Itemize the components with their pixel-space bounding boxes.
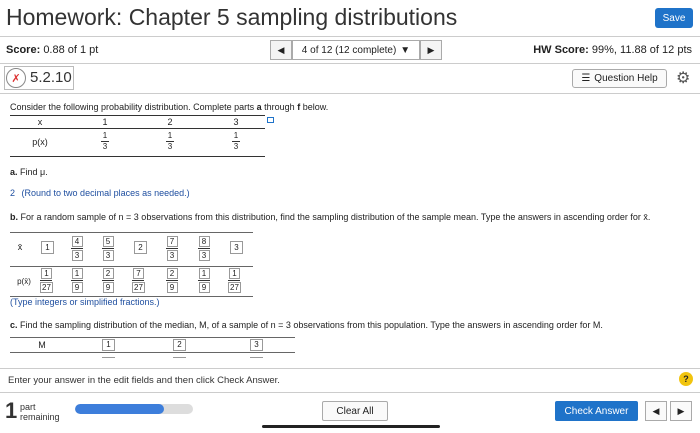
copy-table-icon[interactable] bbox=[267, 117, 274, 123]
m-prob-input[interactable] bbox=[250, 357, 263, 361]
partial-credit-icon: ✗ bbox=[6, 68, 26, 88]
part-a-text: Find μ. bbox=[17, 167, 48, 177]
m-input[interactable]: 1 bbox=[102, 339, 115, 351]
parts-remaining-label: part remaining bbox=[20, 402, 60, 422]
question-help-button[interactable]: ☰ Question Help bbox=[572, 69, 667, 88]
pxbar-label: p(x̄) bbox=[17, 277, 31, 286]
divider bbox=[0, 93, 700, 94]
question-selector[interactable]: 4 of 12 (12 complete) ▼ bbox=[292, 40, 420, 60]
remaining-label: remaining bbox=[20, 412, 60, 422]
m-input[interactable]: 3 bbox=[250, 339, 263, 351]
dist-x-value: 3 bbox=[233, 117, 239, 127]
xbar-input[interactable]: 53 bbox=[102, 236, 114, 261]
score-label: Score: bbox=[6, 44, 41, 56]
triangle-right-icon: ▶ bbox=[427, 44, 435, 55]
pxbar-input[interactable]: 1 27 bbox=[228, 268, 241, 293]
part-b-question: b. For a random sample of n = 3 observat… bbox=[10, 212, 650, 222]
divider bbox=[0, 36, 700, 37]
m-prob-input[interactable] bbox=[173, 357, 186, 361]
intro-text: Consider the following probability distr… bbox=[10, 102, 257, 112]
next-button[interactable]: ▶ bbox=[670, 401, 692, 421]
score-value: 0.88 of 1 pt bbox=[43, 44, 99, 56]
question-intro: Consider the following probability distr… bbox=[10, 102, 328, 112]
m-input[interactable]: 2 bbox=[173, 339, 186, 351]
part-label: part bbox=[20, 402, 36, 412]
part-c-question: c. Find the sampling distribution of the… bbox=[10, 320, 603, 330]
check-answer-button[interactable]: Check Answer bbox=[555, 401, 638, 421]
triangle-left-icon: ◀ bbox=[277, 44, 285, 55]
part-c-label: c. bbox=[10, 320, 18, 330]
prev-question-button[interactable]: ◀ bbox=[270, 40, 292, 60]
gear-icon[interactable]: ⚙ bbox=[676, 68, 690, 88]
progress-fill bbox=[75, 404, 164, 414]
chevron-down-icon: ▼ bbox=[400, 44, 411, 56]
pxbar-input[interactable]: 19 bbox=[71, 268, 83, 293]
part-a-label: a. bbox=[10, 167, 18, 177]
part-b-hint: (Type integers or simplified fractions.) bbox=[10, 297, 160, 307]
xbar-input[interactable]: 2 bbox=[134, 241, 147, 254]
part-a-answer-row: 2 (Round to two decimal places as needed… bbox=[10, 188, 190, 198]
triangle-left-icon: ◀ bbox=[652, 405, 660, 416]
part-c-text: Find the sampling distribution of the me… bbox=[17, 320, 603, 330]
xbar-input[interactable]: 3 bbox=[230, 241, 243, 254]
xbar-label: x̄ bbox=[17, 242, 23, 252]
pxbar-input[interactable]: 7 27 bbox=[132, 268, 145, 293]
xbar-input[interactable]: 73 bbox=[166, 236, 178, 261]
clear-all-button[interactable]: Clear All bbox=[322, 401, 388, 421]
problem-number: 5.2.10 bbox=[30, 69, 72, 86]
m-prob-input[interactable] bbox=[102, 357, 115, 361]
dist-p-value: 13 bbox=[101, 131, 109, 151]
divider bbox=[0, 63, 700, 64]
dist-x-value: 1 bbox=[102, 117, 108, 127]
part-b-text: For a random sample of n = 3 observation… bbox=[18, 212, 651, 222]
xbar-input[interactable]: 1 bbox=[41, 241, 54, 254]
hw-score-text: HW Score: 99%, 11.88 of 12 pts bbox=[533, 44, 692, 56]
part-a-question: a. Find μ. bbox=[10, 167, 48, 177]
intro-text: through bbox=[261, 102, 298, 112]
page-title: Homework: Chapter 5 sampling distributio… bbox=[6, 4, 458, 30]
list-icon: ☰ bbox=[581, 73, 591, 84]
parts-remaining-count: 1 bbox=[5, 398, 18, 423]
divider bbox=[0, 368, 700, 369]
xbar-input[interactable]: 43 bbox=[71, 236, 83, 261]
pxbar-input[interactable]: 19 bbox=[198, 268, 210, 293]
pxbar-input[interactable]: 1 27 bbox=[40, 268, 53, 293]
divider bbox=[0, 392, 700, 393]
progress-bar bbox=[75, 404, 193, 414]
xbar-input[interactable]: 83 bbox=[198, 236, 210, 261]
hw-score-value: 99%, 11.88 of 12 pts bbox=[591, 44, 692, 56]
part-b-label: b. bbox=[10, 212, 18, 222]
dist-x-label: x bbox=[37, 117, 43, 127]
scrollbar[interactable] bbox=[262, 425, 440, 428]
question-position: 4 of 12 (12 complete) bbox=[301, 44, 397, 56]
dist-p-value: 13 bbox=[232, 131, 240, 151]
triangle-right-icon: ▶ bbox=[677, 405, 685, 416]
m-label: M bbox=[38, 340, 46, 350]
footer-instruction: Enter your answer in the edit fields and… bbox=[8, 375, 280, 386]
help-icon[interactable]: ? bbox=[679, 372, 693, 386]
part-a-answer[interactable]: 2 bbox=[10, 188, 15, 198]
next-question-button[interactable]: ▶ bbox=[420, 40, 442, 60]
save-button[interactable]: Save bbox=[655, 8, 693, 28]
intro-text: below. bbox=[300, 102, 329, 112]
score-text: Score: 0.88 of 1 pt bbox=[6, 44, 98, 56]
dist-x-value: 2 bbox=[167, 117, 173, 127]
dist-p-value: 13 bbox=[166, 131, 174, 151]
dist-p-label: p(x) bbox=[32, 137, 48, 147]
pxbar-input[interactable]: 29 bbox=[102, 268, 114, 293]
question-help-label: Question Help bbox=[594, 73, 658, 84]
pxbar-input[interactable]: 29 bbox=[166, 268, 178, 293]
part-a-hint: (Round to two decimal places as needed.) bbox=[21, 188, 190, 198]
prev-button[interactable]: ◀ bbox=[645, 401, 667, 421]
hw-score-label: HW Score: bbox=[533, 44, 589, 56]
